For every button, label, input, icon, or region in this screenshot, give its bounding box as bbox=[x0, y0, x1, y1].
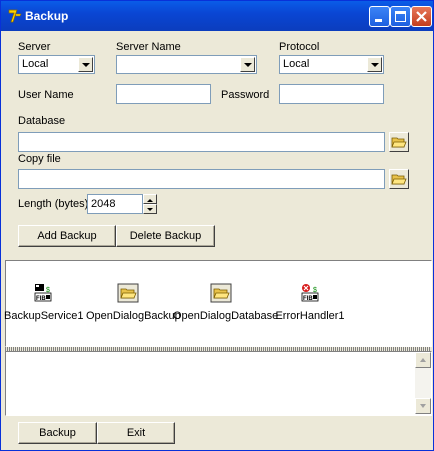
component-open-dialog-backup[interactable]: OpenDialogBackup bbox=[86, 281, 181, 322]
chevron-up-icon bbox=[420, 358, 426, 362]
backup-service-icon: $ FIB bbox=[34, 284, 52, 302]
log-memo[interactable] bbox=[5, 351, 432, 416]
length-spinner[interactable] bbox=[143, 194, 157, 214]
password-field[interactable] bbox=[279, 84, 384, 104]
backup-window: Backup Server Server Name Protocol Local… bbox=[0, 0, 434, 451]
user-name-field[interactable] bbox=[116, 84, 211, 104]
chevron-down-icon[interactable] bbox=[240, 57, 255, 72]
protocol-value: Local bbox=[283, 58, 310, 70]
component-backup-service[interactable]: $ FIB BackupService1 bbox=[4, 281, 84, 322]
open-folder-icon bbox=[391, 137, 407, 148]
copy-file-field[interactable] bbox=[18, 169, 385, 189]
server-name-label: Server Name bbox=[116, 41, 181, 53]
title-bar[interactable]: Backup bbox=[1, 1, 433, 31]
length-field[interactable]: 2048 bbox=[87, 194, 143, 214]
delete-backup-button[interactable]: Delete Backup bbox=[116, 225, 215, 247]
maximize-button[interactable] bbox=[390, 6, 411, 27]
svg-text:FIB: FIB bbox=[303, 296, 313, 302]
chevron-down-icon[interactable] bbox=[78, 57, 93, 72]
length-label: Length (bytes) bbox=[18, 198, 89, 210]
chevron-up-icon bbox=[147, 199, 153, 202]
exit-button[interactable]: Exit bbox=[97, 422, 175, 444]
component-error-handler[interactable]: $ FIB ErrorHandler1 bbox=[274, 281, 346, 322]
database-field[interactable] bbox=[18, 132, 385, 152]
password-label: Password bbox=[221, 89, 270, 101]
open-folder-icon bbox=[117, 283, 139, 303]
minimize-icon bbox=[375, 19, 382, 22]
backup-button[interactable]: Backup bbox=[18, 422, 97, 444]
database-label: Database bbox=[18, 115, 66, 127]
component-label: BackupService1 bbox=[4, 310, 84, 322]
scroll-up-button[interactable] bbox=[415, 352, 431, 368]
server-label: Server bbox=[18, 41, 51, 53]
browse-copy-file-button[interactable] bbox=[389, 169, 409, 189]
spin-up-button[interactable] bbox=[143, 194, 157, 204]
component-label: OpenDialogBackup bbox=[86, 310, 181, 322]
protocol-select[interactable]: Local bbox=[279, 55, 384, 74]
user-name-label: User Name bbox=[18, 89, 74, 101]
open-folder-icon bbox=[210, 283, 232, 303]
log-scrollbar[interactable] bbox=[415, 352, 431, 414]
minimize-button[interactable] bbox=[369, 6, 390, 27]
component-tray: $ FIB BackupService1 OpenDialogBackup Op… bbox=[4, 260, 432, 347]
chevron-down-icon[interactable] bbox=[367, 57, 382, 72]
scroll-down-button[interactable] bbox=[415, 398, 431, 414]
component-open-dialog-database[interactable]: OpenDialogDatabase bbox=[173, 281, 279, 322]
server-value: Local bbox=[22, 58, 49, 70]
error-handler-icon: $ FIB bbox=[301, 284, 319, 302]
add-backup-button[interactable]: Add Backup bbox=[18, 225, 116, 247]
window-title: Backup bbox=[25, 9, 69, 23]
component-label: OpenDialogDatabase bbox=[173, 310, 279, 322]
close-button[interactable] bbox=[411, 6, 432, 27]
server-name-select[interactable] bbox=[116, 55, 257, 74]
server-select[interactable]: Local bbox=[18, 55, 95, 74]
chevron-down-icon bbox=[420, 404, 426, 408]
maximize-icon bbox=[395, 11, 406, 22]
browse-database-button[interactable] bbox=[389, 132, 409, 152]
svg-text:FIB: FIB bbox=[36, 296, 46, 302]
app-icon bbox=[8, 9, 22, 23]
chevron-down-icon bbox=[147, 208, 153, 211]
protocol-label: Protocol bbox=[279, 41, 320, 53]
copy-file-label: Copy file bbox=[18, 153, 61, 165]
spin-down-button[interactable] bbox=[143, 204, 157, 214]
open-folder-icon bbox=[391, 174, 407, 185]
component-label: ErrorHandler1 bbox=[275, 310, 345, 322]
close-icon bbox=[416, 11, 427, 22]
